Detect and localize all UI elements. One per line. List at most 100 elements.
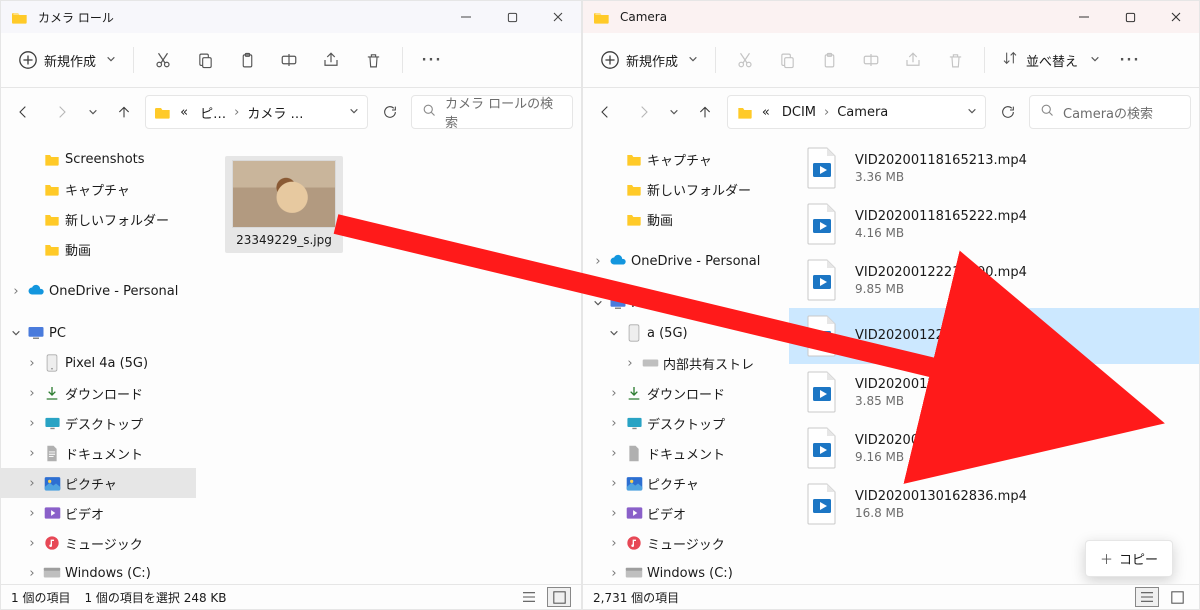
file-item[interactable]: VID20200125102719.mp43.85 MB [789, 364, 1199, 420]
new-button[interactable]: 新規作成 [11, 45, 123, 75]
titlebar[interactable]: Camera [583, 1, 1199, 33]
up-button[interactable] [108, 96, 139, 128]
chevron-right-icon[interactable]: › [607, 476, 621, 491]
nav-item-screenshots[interactable]: Screenshots [1, 144, 196, 174]
nav-item-pictures[interactable]: ›ピクチャ [1, 468, 196, 498]
file-item[interactable]: VID20200118165222.mp44.16 MB [789, 196, 1199, 252]
chevron-right-icon[interactable]: › [607, 386, 621, 401]
chevron-right-icon[interactable]: › [25, 536, 39, 551]
nav-item-downloads[interactable]: ›ダウンロード [583, 378, 788, 408]
chevron-down-icon[interactable] [607, 328, 621, 338]
details-view-button[interactable] [517, 587, 541, 607]
maximize-button[interactable] [1107, 1, 1153, 33]
chevron-right-icon[interactable]: › [607, 536, 621, 551]
nav-item-internal-storage[interactable]: ›内部共有ストレ [583, 348, 788, 378]
forward-button[interactable] [46, 96, 77, 128]
overflow-button[interactable]: ··· [413, 41, 451, 79]
nav-item-downloads[interactable]: ›ダウンロード [1, 378, 196, 408]
up-button[interactable] [690, 96, 721, 128]
chevron-right-icon[interactable]: › [9, 284, 23, 299]
nav-item-pixel[interactable]: a (5G) [583, 318, 788, 348]
nav-item-pc[interactable]: PC [583, 288, 788, 318]
content-pane[interactable]: VID20200118165213.mp43.36 MBVID202001181… [789, 136, 1199, 584]
share-button[interactable] [312, 41, 350, 79]
delete-button[interactable] [354, 41, 392, 79]
chevron-right-icon[interactable]: › [25, 386, 39, 401]
back-button[interactable] [591, 96, 622, 128]
close-button[interactable] [535, 1, 581, 33]
nav-item-onedrive[interactable]: ›OneDrive - Personal [583, 246, 788, 276]
file-item[interactable]: VID20200122211218.mp4 [789, 308, 1199, 364]
breadcrumb-item[interactable]: ピ… [196, 101, 230, 124]
breadcrumb-overflow[interactable]: « [758, 103, 774, 122]
recent-locations-button[interactable] [83, 96, 102, 128]
new-button[interactable]: 新規作成 [593, 45, 705, 75]
nav-item-cdrive[interactable]: ›Windows (C:) [1, 558, 196, 584]
chevron-right-icon[interactable]: › [25, 506, 39, 521]
breadcrumb-item[interactable]: Camera [833, 103, 892, 122]
chevron-right-icon[interactable]: › [25, 416, 39, 431]
chevron-right-icon[interactable]: › [591, 254, 605, 269]
search-box[interactable]: Cameraの検索 [1029, 95, 1191, 129]
nav-item-music[interactable]: ›ミュージック [1, 528, 196, 558]
minimize-button[interactable] [443, 1, 489, 33]
nav-item-videos[interactable]: ›ビデオ [1, 498, 196, 528]
chevron-right-icon[interactable]: › [607, 416, 621, 431]
chevron-right-icon[interactable]: › [607, 446, 621, 461]
sort-button[interactable]: 並べ替え [995, 45, 1107, 75]
paste-button[interactable] [810, 41, 848, 79]
chevron-right-icon[interactable]: › [607, 506, 621, 521]
address-bar[interactable]: « DCIM › Camera [727, 95, 986, 129]
thumbnails-view-button[interactable] [1165, 587, 1189, 607]
titlebar[interactable]: カメラ ロール [1, 1, 581, 33]
file-item[interactable]: VID20200122211200.mp49.85 MB [789, 252, 1199, 308]
nav-item-newfolder[interactable]: 新しいフォルダー [1, 204, 196, 234]
breadcrumb-overflow[interactable]: « [176, 103, 192, 122]
nav-item-desktop[interactable]: ›デスクトップ [583, 408, 788, 438]
thumbnails-view-button[interactable] [547, 587, 571, 607]
chevron-down-icon[interactable] [967, 105, 977, 120]
nav-item-videos[interactable]: ›ビデオ [583, 498, 788, 528]
paste-button[interactable] [228, 41, 266, 79]
nav-item-documents[interactable]: ›ドキュメント [583, 438, 788, 468]
chevron-down-icon[interactable] [9, 328, 23, 338]
address-bar[interactable]: « ピ… › カメラ … [145, 95, 368, 129]
nav-item-documents[interactable]: ›ドキュメント [1, 438, 196, 468]
details-view-button[interactable] [1135, 587, 1159, 607]
copy-button[interactable] [186, 41, 224, 79]
file-thumbnail[interactable]: 23349229_s.jpg [225, 156, 343, 253]
back-button[interactable] [9, 96, 40, 128]
nav-item-onedrive[interactable]: ›OneDrive - Personal [1, 276, 196, 306]
overflow-button[interactable]: ··· [1111, 41, 1149, 79]
nav-item-music[interactable]: ›ミュージック [583, 528, 788, 558]
nav-item-video[interactable]: 動画 [1, 234, 196, 264]
nav-item-pc[interactable]: PC [1, 318, 196, 348]
close-button[interactable] [1153, 1, 1199, 33]
maximize-button[interactable] [489, 1, 535, 33]
chevron-right-icon[interactable]: › [25, 566, 39, 581]
nav-item-capture[interactable]: キャプチャ [583, 144, 788, 174]
nav-item-pixel[interactable]: ›Pixel 4a (5G) [1, 348, 196, 378]
rename-button[interactable] [270, 41, 308, 79]
breadcrumb-item[interactable]: カメラ … [243, 101, 307, 124]
chevron-right-icon[interactable]: › [25, 446, 39, 461]
chevron-right-icon[interactable]: › [25, 356, 39, 371]
chevron-down-icon[interactable] [591, 298, 605, 308]
nav-item-pictures[interactable]: ›ピクチャ [583, 468, 788, 498]
chevron-right-icon[interactable]: › [607, 566, 621, 581]
nav-item-desktop[interactable]: ›デスクトップ [1, 408, 196, 438]
file-item[interactable]: VID20200125102816.mp49.16 MB [789, 420, 1199, 476]
chevron-down-icon[interactable] [349, 105, 359, 120]
minimize-button[interactable] [1061, 1, 1107, 33]
refresh-button[interactable] [374, 96, 405, 128]
rename-button[interactable] [852, 41, 890, 79]
recent-locations-button[interactable] [665, 96, 684, 128]
content-pane[interactable]: 23349229_s.jpg [197, 136, 581, 584]
cut-button[interactable] [726, 41, 764, 79]
nav-item-newfolder[interactable]: 新しいフォルダー [583, 174, 788, 204]
copy-button[interactable] [768, 41, 806, 79]
cut-button[interactable] [144, 41, 182, 79]
nav-item-capture[interactable]: キャプチャ [1, 174, 196, 204]
share-button[interactable] [894, 41, 932, 79]
chevron-right-icon[interactable]: › [25, 476, 39, 491]
